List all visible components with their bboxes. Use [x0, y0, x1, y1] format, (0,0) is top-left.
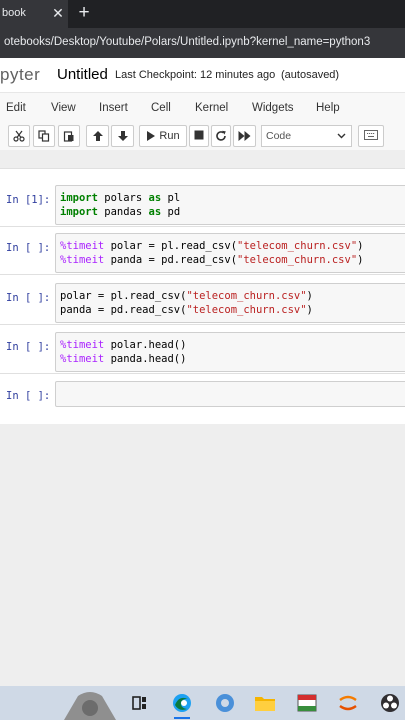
cell-prompt: In [ ]: [6, 341, 51, 353]
cell-divider [0, 226, 405, 227]
taskbar [0, 686, 405, 720]
restart-icon [216, 130, 226, 141]
notebook-margin [0, 150, 405, 168]
url-text[interactable]: otebooks/Desktop/Youtube/Polars/Untitled… [4, 36, 370, 48]
menu-kernel[interactable]: Kernel [195, 102, 228, 114]
close-icon[interactable]: ✕ [51, 4, 65, 22]
code-line: %timeit panda.head() [60, 353, 187, 365]
run-label: Run [159, 130, 180, 142]
fast-forward-icon [238, 131, 251, 141]
code-input-3[interactable]: polar = pl.read_csv("telecom_churn.csv")… [55, 283, 405, 323]
arrow-up-icon [92, 131, 103, 141]
paste-button[interactable] [58, 125, 80, 147]
code-line: %timeit polar = pl.read_csv("telecom_chu… [60, 240, 364, 252]
menu-widgets[interactable]: Widgets [252, 102, 294, 114]
cut-button[interactable] [8, 125, 30, 147]
cell-divider [0, 274, 405, 275]
run-button[interactable]: Run [139, 125, 187, 147]
code-line: import pandas as pd [60, 206, 181, 218]
toolbar: Run Code [0, 124, 405, 150]
command-palette-button[interactable] [358, 125, 384, 147]
tab-title: book [2, 7, 26, 19]
copy-icon [38, 130, 50, 142]
app-thumbnail-icon[interactable] [60, 686, 120, 720]
checkpoint-status: Last Checkpoint: 12 minutes ago [115, 69, 276, 81]
address-bar[interactable]: otebooks/Desktop/Youtube/Polars/Untitled… [0, 28, 405, 58]
code-line: %timeit polar.head() [60, 339, 187, 351]
cell-prompt: In [1]: [6, 194, 51, 206]
code-input-5[interactable] [55, 381, 405, 407]
tool-icon[interactable] [336, 686, 360, 720]
menu-bar: Edit View Insert Cell Kernel Widgets Hel… [0, 92, 405, 124]
code-input-2[interactable]: %timeit polar = pl.read_csv("telecom_chu… [55, 233, 405, 273]
task-view-icon[interactable] [130, 686, 150, 720]
plus-icon[interactable]: + [74, 3, 94, 23]
cell-prompt: In [ ]: [6, 242, 51, 254]
cell-type-value: Code [266, 130, 292, 142]
notebook-container: In [1]: import polars as pl import panda… [0, 168, 405, 424]
notebook-background [0, 424, 405, 686]
cell-divider [0, 168, 405, 169]
edge-icon[interactable] [170, 686, 194, 720]
menu-edit[interactable]: Edit [6, 102, 26, 114]
menu-insert[interactable]: Insert [99, 102, 128, 114]
chevron-down-icon [337, 133, 346, 139]
cell-prompt: In [ ]: [6, 390, 51, 402]
code-input-4[interactable]: %timeit polar.head() %timeit panda.head(… [55, 332, 405, 372]
code-line: panda = pd.read_csv("telecom_churn.csv") [60, 304, 313, 316]
paste-icon [63, 131, 74, 142]
code-line: import polars as pl [60, 192, 181, 204]
restart-button[interactable] [211, 125, 231, 147]
file-explorer-icon[interactable] [253, 686, 277, 720]
interrupt-button[interactable] [189, 125, 209, 147]
browser-tab[interactable]: book ✕ [0, 0, 68, 28]
cut-icon [13, 130, 25, 142]
keyboard-icon [364, 130, 378, 140]
stop-icon [194, 130, 204, 140]
jupyter-header: pyter Untitled Last Checkpoint: 12 minut… [0, 58, 405, 92]
cell-divider [0, 373, 405, 374]
cell-divider [0, 324, 405, 325]
media-app-icon[interactable] [295, 686, 319, 720]
restart-run-all-button[interactable] [233, 125, 256, 147]
menu-view[interactable]: View [51, 102, 76, 114]
obs-icon[interactable] [378, 686, 402, 720]
notebook-title[interactable]: Untitled [57, 66, 108, 83]
menu-help[interactable]: Help [316, 102, 340, 114]
arrow-down-icon [117, 131, 128, 141]
play-icon [147, 131, 156, 141]
copy-button[interactable] [33, 125, 55, 147]
browser-tab-strip: book ✕ + [0, 0, 405, 28]
autosave-status: (autosaved) [281, 69, 340, 81]
code-line: %timeit panda = pd.read_csv("telecom_chu… [60, 254, 364, 266]
menu-cell[interactable]: Cell [151, 102, 171, 114]
move-down-button[interactable] [111, 125, 134, 147]
code-line: polar = pl.read_csv("telecom_churn.csv") [60, 290, 313, 302]
code-input-1[interactable]: import polars as pl import pandas as pd [55, 185, 405, 225]
cell-type-select[interactable]: Code [261, 125, 352, 147]
app-icon[interactable] [213, 686, 237, 720]
active-app-indicator [174, 717, 190, 719]
move-up-button[interactable] [86, 125, 109, 147]
cell-prompt: In [ ]: [6, 292, 51, 304]
jupyter-logo[interactable]: pyter [0, 65, 40, 85]
